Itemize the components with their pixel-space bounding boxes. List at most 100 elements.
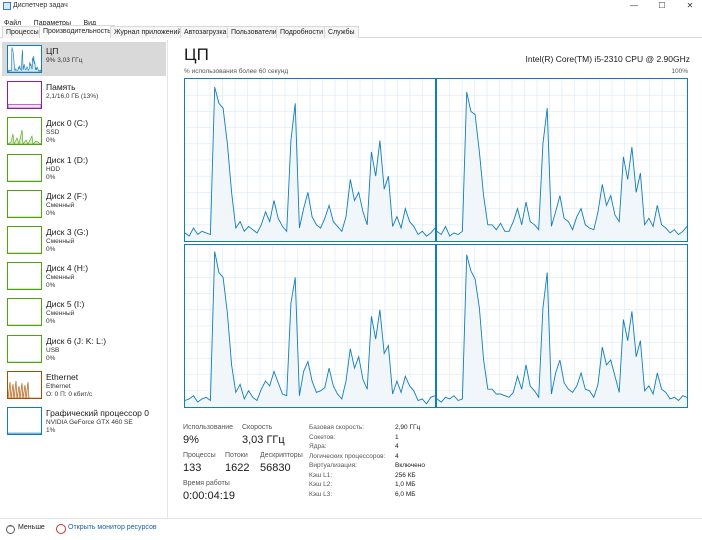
sidebar-item-value: 0% bbox=[46, 282, 56, 290]
minimize-button[interactable]: — bbox=[624, 0, 644, 12]
tab-performance[interactable]: Производительность bbox=[39, 25, 115, 38]
sidebar-item-label: Диск 1 (D:) bbox=[46, 154, 89, 165]
spec-base-speed-label: Базовая скорость: bbox=[309, 424, 365, 431]
window-title: Диспетчер задач bbox=[13, 2, 68, 9]
task-manager-icon bbox=[3, 2, 11, 10]
disk-graph-thumb bbox=[7, 117, 42, 146]
sidebar-item-label: Диск 5 (I:) bbox=[46, 299, 85, 310]
sidebar-item-value: 0% bbox=[46, 246, 56, 253]
tab-services[interactable]: Службы bbox=[324, 26, 359, 38]
close-button[interactable]: ✕ bbox=[680, 0, 700, 12]
disk-graph-thumb bbox=[7, 189, 42, 218]
sidebar-item-6[interactable]: Диск 4 (H:) Сменный 0% bbox=[2, 259, 166, 293]
cpu-core-graph-2 bbox=[184, 244, 436, 408]
graph-max-label: 100% bbox=[671, 68, 688, 75]
spec-l2-label: Кэш L2: bbox=[309, 481, 333, 488]
handles-value: 56830 bbox=[260, 462, 291, 474]
tab-users[interactable]: Пользователи bbox=[227, 26, 281, 38]
tab-startup[interactable]: Автозагрузка bbox=[180, 26, 231, 38]
sidebar-item-8[interactable]: Диск 6 (J: K: L:) USB 0% bbox=[2, 332, 166, 366]
sidebar-item-label: Диск 6 (J: K: L:) bbox=[46, 335, 107, 346]
memory-graph-thumb bbox=[7, 81, 42, 110]
resource-monitor-icon bbox=[56, 524, 66, 534]
threads-value: 1622 bbox=[225, 462, 250, 474]
sidebar-item-label: Ethernet bbox=[46, 371, 79, 382]
gpu-graph-thumb bbox=[7, 407, 42, 435]
spec-base-speed-value: 2,90 ГГц bbox=[395, 424, 421, 431]
sidebar-item-label: Графический процессор 0 bbox=[46, 408, 150, 418]
sidebar-item-detail: SSD bbox=[46, 129, 60, 137]
sidebar-item-3[interactable]: Диск 1 (D:) HDD 0% bbox=[2, 151, 166, 185]
sidebar-item-9[interactable]: Ethernet Ethernet О: 0 П: 0 кбит/с bbox=[2, 368, 166, 402]
sidebar-item-2[interactable]: Диск 0 (C:) SSD 0% bbox=[2, 114, 166, 148]
sidebar-item-1[interactable]: Память 2,1/16,0 ГБ (13%) bbox=[2, 78, 166, 112]
disk-graph-thumb bbox=[7, 298, 42, 327]
sidebar-thumb-line bbox=[8, 130, 41, 145]
cpu-graph-thumb bbox=[7, 45, 42, 73]
spec-sockets-label: Сокетов: bbox=[309, 433, 336, 441]
sidebar-item-detail: Сменный bbox=[46, 201, 75, 209]
sidebar-item-detail: NVIDIA GeForce GTX 460 SE bbox=[46, 419, 133, 426]
tab-processes[interactable]: Процессы bbox=[2, 26, 43, 38]
sidebar-item-10[interactable]: Графический процессор 0 NVIDIA GeForce GT… bbox=[2, 404, 166, 438]
sidebar-item-value: 0% bbox=[46, 318, 56, 326]
sidebar-item-detail: 2,1/16,0 ГБ (13%) bbox=[46, 93, 99, 101]
menu-bar: Файл Параметры Вид bbox=[0, 12, 702, 27]
spec-cores-value: 4 bbox=[395, 443, 399, 450]
uptime-label: Время работы bbox=[183, 480, 230, 487]
sidebar-thumb-line bbox=[8, 380, 41, 398]
spec-l3-label: Кэш L3: bbox=[309, 490, 333, 498]
sidebar-item-detail: 9% 3,03 ГГц bbox=[46, 57, 83, 64]
cpu-details-panel: ЦП Intel(R) Core(TM) i5-2310 CPU @ 2.90G… bbox=[176, 40, 696, 518]
title-bar: Диспетчер задач — ☐ ✕ bbox=[0, 0, 702, 12]
sidebar-item-detail: Сменный bbox=[46, 238, 75, 245]
sidebar-thumb-line bbox=[8, 104, 41, 109]
speed-value: 3,03 ГГц bbox=[242, 434, 285, 446]
spec-logical-value: 4 bbox=[395, 452, 399, 460]
sidebar-item-detail: HDD bbox=[46, 165, 61, 173]
sidebar-item-label: Диск 3 (G:) bbox=[46, 227, 89, 237]
disk-graph-thumb bbox=[7, 334, 42, 363]
sidebar-item-label: ЦП bbox=[46, 46, 59, 56]
sidebar-item-value: 0% bbox=[46, 137, 56, 145]
spec-sockets-value: 1 bbox=[395, 433, 399, 441]
sidebar-item-label: Память bbox=[46, 82, 76, 93]
sidebar-item-4[interactable]: Диск 2 (F:) Сменный 0% bbox=[2, 187, 166, 221]
uptime-value: 0:00:04:19 bbox=[183, 490, 235, 502]
spec-l3-value: 6,0 МБ bbox=[395, 490, 416, 498]
sidebar-item-value: 0% bbox=[46, 209, 56, 217]
tab-app-history[interactable]: Журнал приложений bbox=[110, 26, 186, 38]
disk-graph-thumb bbox=[7, 226, 42, 254]
sidebar-item-detail: Ethernet bbox=[46, 382, 71, 390]
chevron-up-icon[interactable]: ⌃ bbox=[6, 525, 15, 534]
maximize-button[interactable]: ☐ bbox=[652, 0, 672, 12]
sidebar-item-detail: USB bbox=[46, 346, 60, 354]
fewer-details-button[interactable]: Меньше bbox=[18, 524, 45, 531]
sidebar-thumb-line bbox=[8, 47, 41, 72]
spec-virtualization-value: Включено bbox=[395, 462, 425, 469]
cpu-model: Intel(R) Core(TM) i5-2310 CPU @ 2.90GHz bbox=[525, 54, 690, 64]
handles-label: Дескрипторы bbox=[260, 452, 303, 459]
open-resource-monitor-link[interactable]: Открыть монитор ресурсов bbox=[68, 524, 157, 531]
graph-caption: % использования более 60 секунд bbox=[184, 68, 289, 75]
tab-details[interactable]: Подробности bbox=[276, 26, 328, 38]
sidebar-item-label: Диск 2 (F:) bbox=[46, 190, 88, 201]
spec-virtualization-label: Виртуализация: bbox=[309, 462, 357, 469]
spec-l1-value: 256 КБ bbox=[395, 471, 416, 479]
footer: ⌃ Меньше Открыть монитор ресурсов bbox=[0, 518, 702, 540]
sidebar-item-5[interactable]: Диск 3 (G:) Сменный 0% bbox=[2, 223, 166, 257]
threads-label: Потоки bbox=[225, 452, 248, 459]
disk-graph-thumb bbox=[7, 153, 42, 182]
sidebar-item-0[interactable]: ЦП 9% 3,03 ГГц bbox=[2, 42, 166, 76]
usage-value: 9% bbox=[183, 434, 199, 446]
disk-graph-thumb bbox=[7, 262, 42, 291]
sidebar-item-7[interactable]: Диск 5 (I:) Сменный 0% bbox=[2, 295, 166, 329]
sidebar-item-detail: Сменный bbox=[46, 310, 75, 318]
cpu-core-graph-0 bbox=[184, 78, 436, 242]
sidebar-item-label: Диск 0 (C:) bbox=[46, 118, 89, 129]
usage-label: Использование bbox=[183, 424, 234, 431]
spec-l1-label: Кэш L1: bbox=[309, 471, 333, 479]
speed-label: Скорость bbox=[242, 424, 273, 431]
cpu-core-graph-3 bbox=[436, 244, 688, 408]
processes-label: Процессы bbox=[183, 452, 216, 459]
